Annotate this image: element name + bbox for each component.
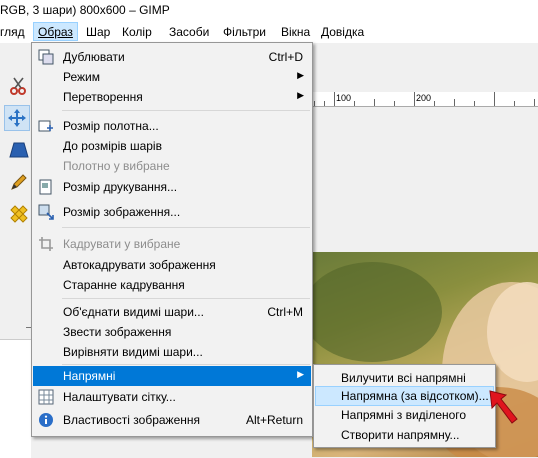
submenu-item-label: Напрямні з виділеного xyxy=(341,408,467,422)
menu-item-align-layers[interactable]: Вирівняти видимі шари... xyxy=(33,342,311,362)
menu-item-scale-image[interactable]: Розмір зображення... xyxy=(33,202,311,222)
menu-item-label: Перетворення xyxy=(63,90,143,104)
menu-item-canvas-to-selection: Полотно у вибране xyxy=(33,156,311,176)
menu-item-label: Автокадрувати зображення xyxy=(63,258,216,272)
menu-item-label: Розмір полотна... xyxy=(63,119,159,133)
menu-item-mode[interactable]: Режим ▶ xyxy=(33,67,311,87)
duplicate-icon xyxy=(38,49,54,65)
menu-item-label: Розмір зображення... xyxy=(63,205,181,219)
submenu-item-label: Створити напрямну... xyxy=(341,428,460,442)
menu-item-label: Полотно у вибране xyxy=(63,159,170,173)
ruler-tick xyxy=(394,101,395,106)
menu-item-canvas-size[interactable]: Розмір полотна... xyxy=(33,116,311,136)
menu-item-crop-to-selection: Кадрувати у вибране xyxy=(33,234,311,254)
menu-item-label: Старанне кадрування xyxy=(63,278,185,292)
menu-item-label: Об'єднати видимі шари... xyxy=(63,305,204,319)
guides-submenu: Вилучити всі напрямні Напрямна (за відсо… xyxy=(313,364,496,448)
menu-item-label: Звести зображення xyxy=(63,325,172,339)
submenu-item-label: Вилучити всі напрямні xyxy=(341,371,466,385)
menu-item-configure-grid[interactable]: Налаштувати сітку... xyxy=(33,387,311,407)
menu-view[interactable]: гляд xyxy=(0,25,25,39)
menu-windows[interactable]: Вікна xyxy=(281,25,310,39)
submenu-item-new-guide[interactable]: Створити напрямну... xyxy=(315,425,494,445)
shortcut-label: Ctrl+M xyxy=(267,305,303,319)
ruler-label-100: 100 xyxy=(336,93,352,103)
submenu-arrow-icon: ▶ xyxy=(297,90,304,100)
shortcut-label: Ctrl+D xyxy=(268,50,303,64)
menu-layer[interactable]: Шар xyxy=(86,25,110,39)
menu-separator xyxy=(62,110,310,111)
shortcut-label: Alt+Return xyxy=(245,413,303,427)
ruler-tick xyxy=(354,101,355,106)
image-menu: Дублювати Ctrl+D Режим ▶ Перетворення ▶ … xyxy=(31,42,313,437)
menu-item-fit-layers[interactable]: До розмірів шарів xyxy=(33,136,311,156)
menu-item-duplicate[interactable]: Дублювати Ctrl+D xyxy=(33,47,311,67)
ruler-label-200: 200 xyxy=(416,93,432,103)
menu-item-label: Дублювати xyxy=(63,50,125,64)
ruler-tick xyxy=(514,101,515,106)
menu-item-label: До розмірів шарів xyxy=(63,139,162,153)
ruler-tick xyxy=(434,101,435,106)
menu-item-label: Вирівняти видимі шари... xyxy=(63,345,203,359)
menu-separator xyxy=(62,364,310,365)
menu-item-label: Режим xyxy=(63,70,100,84)
menu-item-autocrop[interactable]: Автокадрувати зображення xyxy=(33,255,311,275)
menu-separator xyxy=(62,298,310,299)
menu-item-guides[interactable]: Напрямні ▶ xyxy=(33,366,311,386)
horizontal-ruler: 100 200 xyxy=(312,92,538,107)
print-size-icon xyxy=(38,179,54,195)
menu-item-image-properties[interactable]: Властивості зображення Alt+Return xyxy=(33,410,311,430)
perspective-tool-icon[interactable] xyxy=(8,139,30,161)
menu-item-label: Розмір друкування... xyxy=(63,180,178,194)
menu-image[interactable]: Образ xyxy=(33,22,78,41)
submenu-arrow-icon: ▶ xyxy=(297,70,304,80)
crop-icon xyxy=(38,236,54,252)
scale-image-icon xyxy=(38,204,54,220)
submenu-arrow-icon: ▶ xyxy=(297,369,304,379)
menu-item-label: Налаштувати сітку... xyxy=(63,390,176,404)
ruler-tick xyxy=(534,99,535,106)
tool-options-panel xyxy=(0,339,31,458)
red-arrow-pointer-icon xyxy=(484,385,534,435)
menu-color[interactable]: Колір xyxy=(122,25,152,39)
scissors-select-icon[interactable] xyxy=(8,75,30,97)
menu-item-merge-visible[interactable]: Об'єднати видимі шари... Ctrl+M xyxy=(33,302,311,322)
window-title: RGB, 3 шари) 800x600 – GIMP xyxy=(0,3,170,17)
grid-icon xyxy=(38,389,54,405)
pencil-tool-icon[interactable] xyxy=(8,171,30,193)
title-bar: RGB, 3 шари) 800x600 – GIMP xyxy=(0,0,538,22)
submenu-item-guides-from-selection[interactable]: Напрямні з виділеного xyxy=(315,405,494,425)
menu-filters[interactable]: Фільтри xyxy=(223,25,266,39)
ruler-tick xyxy=(454,99,455,106)
submenu-item-remove-all-guides[interactable]: Вилучити всі напрямні xyxy=(315,368,494,388)
canvas-size-icon xyxy=(38,118,54,134)
ruler-tick xyxy=(414,92,415,106)
menu-tools[interactable]: Засоби xyxy=(169,25,209,39)
submenu-item-guide-by-percent[interactable]: Напрямна (за відсотком)... xyxy=(315,386,494,406)
menu-help[interactable]: Довідка xyxy=(321,25,364,39)
ruler-tick xyxy=(334,92,335,106)
ruler-tick xyxy=(474,101,475,106)
info-icon xyxy=(38,412,54,428)
menu-item-print-size[interactable]: Розмір друкування... xyxy=(33,177,311,197)
menu-item-label: Властивості зображення xyxy=(63,413,201,427)
menu-item-flatten[interactable]: Звести зображення xyxy=(33,322,311,342)
heal-tool-icon[interactable] xyxy=(8,203,30,225)
menu-image-label: Образ xyxy=(38,25,73,39)
move-tool-icon[interactable] xyxy=(4,105,30,131)
menu-bar: гляд Образ Шар Колір Засоби Фільтри Вікн… xyxy=(0,22,538,44)
ruler-tick xyxy=(324,101,325,106)
ruler-tick xyxy=(374,99,375,106)
menu-item-zealous-crop[interactable]: Старанне кадрування xyxy=(33,275,311,295)
ruler-tick xyxy=(314,101,315,106)
menu-item-label: Напрямні xyxy=(63,369,116,383)
ruler-tick xyxy=(494,92,495,106)
menu-separator xyxy=(62,227,310,228)
submenu-item-label: Напрямна (за відсотком)... xyxy=(341,389,489,403)
toolbox xyxy=(0,43,33,458)
menu-item-transform[interactable]: Перетворення ▶ xyxy=(33,87,311,107)
menu-item-label: Кадрувати у вибране xyxy=(63,237,181,251)
